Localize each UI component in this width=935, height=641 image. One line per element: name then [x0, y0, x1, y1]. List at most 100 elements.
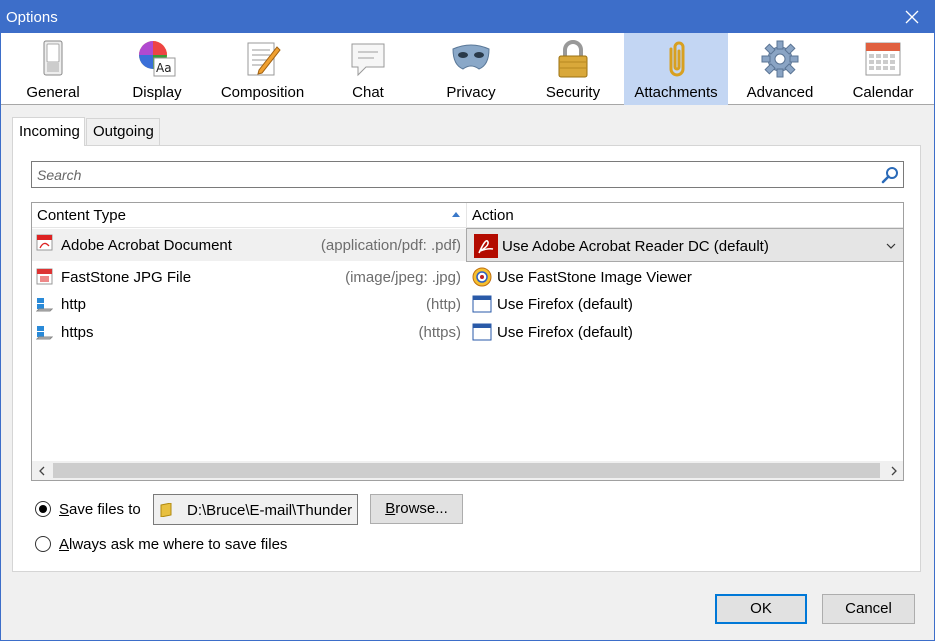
- content-type-mime: (image/jpeg: .jpg): [345, 269, 461, 286]
- mask-icon: [452, 44, 490, 70]
- title-bar[interactable]: Options: [1, 1, 934, 33]
- pane-label: General: [26, 84, 80, 101]
- cancel-button[interactable]: Cancel: [822, 594, 915, 624]
- content-type-name: FastStone JPG File: [61, 269, 192, 286]
- content-type-name: https: [61, 324, 94, 341]
- action-label: Use Adobe Acrobat Reader DC (default): [502, 238, 769, 255]
- action-cell[interactable]: Use Firefox (default): [467, 290, 903, 318]
- pane-composition[interactable]: Composition: [209, 33, 316, 105]
- action-cell[interactable]: Use Adobe Acrobat Reader DC (default): [466, 228, 903, 262]
- scroll-left-button[interactable]: [32, 461, 51, 480]
- scrollbar-thumb[interactable]: [53, 463, 880, 478]
- action-cell[interactable]: Use Firefox (default): [467, 318, 903, 346]
- pane-label: Display: [132, 84, 182, 101]
- acrobat-reader-icon: [474, 234, 498, 258]
- faststone-icon: [472, 267, 492, 287]
- browse-button[interactable]: Browse...: [370, 494, 463, 524]
- padlock-icon: [558, 40, 588, 78]
- pane-label: Calendar: [852, 84, 914, 101]
- pane-label: Security: [545, 84, 601, 101]
- app-window-icon: [472, 295, 492, 313]
- options-dialog: Options General Aa Display Composition C…: [0, 0, 935, 641]
- action-label: Use FastStone Image Viewer: [497, 269, 692, 286]
- list-header: Content Type Action: [32, 203, 903, 228]
- pane-label: Composition: [220, 84, 305, 101]
- gear-icon: [761, 40, 799, 78]
- pane-attachments[interactable]: Attachments: [624, 33, 728, 105]
- calendar-icon: [865, 42, 901, 76]
- network-icon: [36, 326, 53, 340]
- list-row-pdf[interactable]: Adobe Acrobat Document (application/pdf:…: [32, 228, 903, 262]
- chevron-down-icon: [886, 243, 896, 249]
- column-header-action[interactable]: Action: [467, 203, 903, 228]
- search-box[interactable]: [31, 161, 904, 188]
- pane-security[interactable]: Security: [522, 33, 624, 105]
- app-window-icon: [472, 323, 492, 341]
- pane-chat[interactable]: Chat: [316, 33, 420, 105]
- close-button[interactable]: [889, 1, 934, 33]
- pane-display[interactable]: Aa Display: [105, 33, 209, 105]
- action-label: Use Firefox (default): [497, 324, 633, 341]
- content-type-mime: (application/pdf: .pdf): [320, 237, 461, 254]
- content-type-cell: Adobe Acrobat Document (application/pdf:…: [32, 229, 467, 261]
- list-row-http[interactable]: http (http) Use Firefox (default): [32, 290, 903, 318]
- content-type-mime: (https): [418, 324, 461, 341]
- paperclip-icon: [669, 41, 685, 77]
- action-dropdown[interactable]: Use Adobe Acrobat Reader DC (default): [466, 228, 903, 262]
- pane-advanced[interactable]: Advanced: [728, 33, 832, 105]
- search-input[interactable]: [37, 166, 877, 184]
- scroll-right-button[interactable]: [884, 461, 903, 480]
- column-label: Action: [472, 207, 514, 224]
- horizontal-scrollbar[interactable]: [32, 461, 903, 480]
- jpg-file-icon: [36, 268, 53, 285]
- pane-toolbar: General Aa Display Composition Chat Priv…: [1, 33, 934, 105]
- list-row-https[interactable]: https (https) Use Firefox (default): [32, 318, 903, 346]
- svg-text:Aa: Aa: [156, 61, 172, 75]
- toggle-switch-icon: [43, 40, 63, 76]
- accesskey: B: [385, 500, 396, 517]
- tab-outgoing[interactable]: Outgoing: [86, 118, 160, 146]
- window-title: Options: [6, 9, 58, 26]
- pdf-icon: [36, 234, 53, 251]
- content-type-name: Adobe Acrobat Document: [61, 237, 232, 254]
- content-type-cell: FastStone JPG File (image/jpeg: .jpg): [32, 263, 467, 291]
- label-rest: ave files to: [69, 500, 141, 518]
- pane-label: Privacy: [446, 84, 496, 101]
- action-cell[interactable]: Use FastStone Image Viewer: [467, 263, 903, 291]
- download-folder-field[interactable]: D:\Bruce\E-mail\Thunder: [153, 494, 358, 525]
- pane-label: Attachments: [634, 84, 718, 101]
- content-type-list[interactable]: Content Type Action Adobe Acrobat Docume…: [31, 202, 904, 481]
- content-type-cell: http (http): [32, 290, 467, 318]
- pane-label: Advanced: [746, 84, 814, 101]
- font-palette-icon: Aa: [139, 41, 176, 77]
- pane-general[interactable]: General: [1, 33, 105, 105]
- network-icon: [36, 298, 53, 312]
- pane-label: Chat: [352, 84, 384, 101]
- pane-calendar[interactable]: Calendar: [832, 33, 934, 105]
- save-files-to-radio[interactable]: [35, 501, 51, 517]
- content-type-mime: (http): [425, 296, 461, 313]
- ok-button[interactable]: OK: [715, 594, 807, 624]
- folder-icon: [160, 503, 172, 517]
- tab-incoming[interactable]: Incoming: [12, 117, 85, 146]
- list-row-jpg[interactable]: FastStone JPG File (image/jpeg: .jpg) Us…: [32, 263, 903, 291]
- content-type-name: http: [61, 296, 87, 313]
- save-files-to-option[interactable]: Save files to: [35, 497, 141, 521]
- column-label: Content Type: [37, 207, 126, 224]
- chevron-right-icon: [891, 466, 897, 475]
- document-pencil-icon: [247, 42, 281, 76]
- save-files-to-label[interactable]: Save files to: [59, 501, 141, 518]
- chevron-left-icon: [38, 466, 44, 475]
- column-header-content-type[interactable]: Content Type: [32, 203, 467, 228]
- search-icon[interactable]: [880, 165, 900, 185]
- always-ask-option[interactable]: Always ask me where to save files: [35, 532, 287, 556]
- incoming-panel: Content Type Action Adobe Acrobat Docume…: [12, 145, 921, 572]
- always-ask-radio[interactable]: [35, 536, 51, 552]
- accesskey: A: [59, 535, 70, 553]
- pane-privacy[interactable]: Privacy: [420, 33, 522, 105]
- close-icon: [905, 10, 918, 24]
- accesskey: S: [59, 500, 70, 518]
- label-rest: lways ask me where to save files: [69, 535, 288, 553]
- speech-bubble-icon: [351, 43, 385, 77]
- always-ask-label[interactable]: Always ask me where to save files: [59, 536, 287, 553]
